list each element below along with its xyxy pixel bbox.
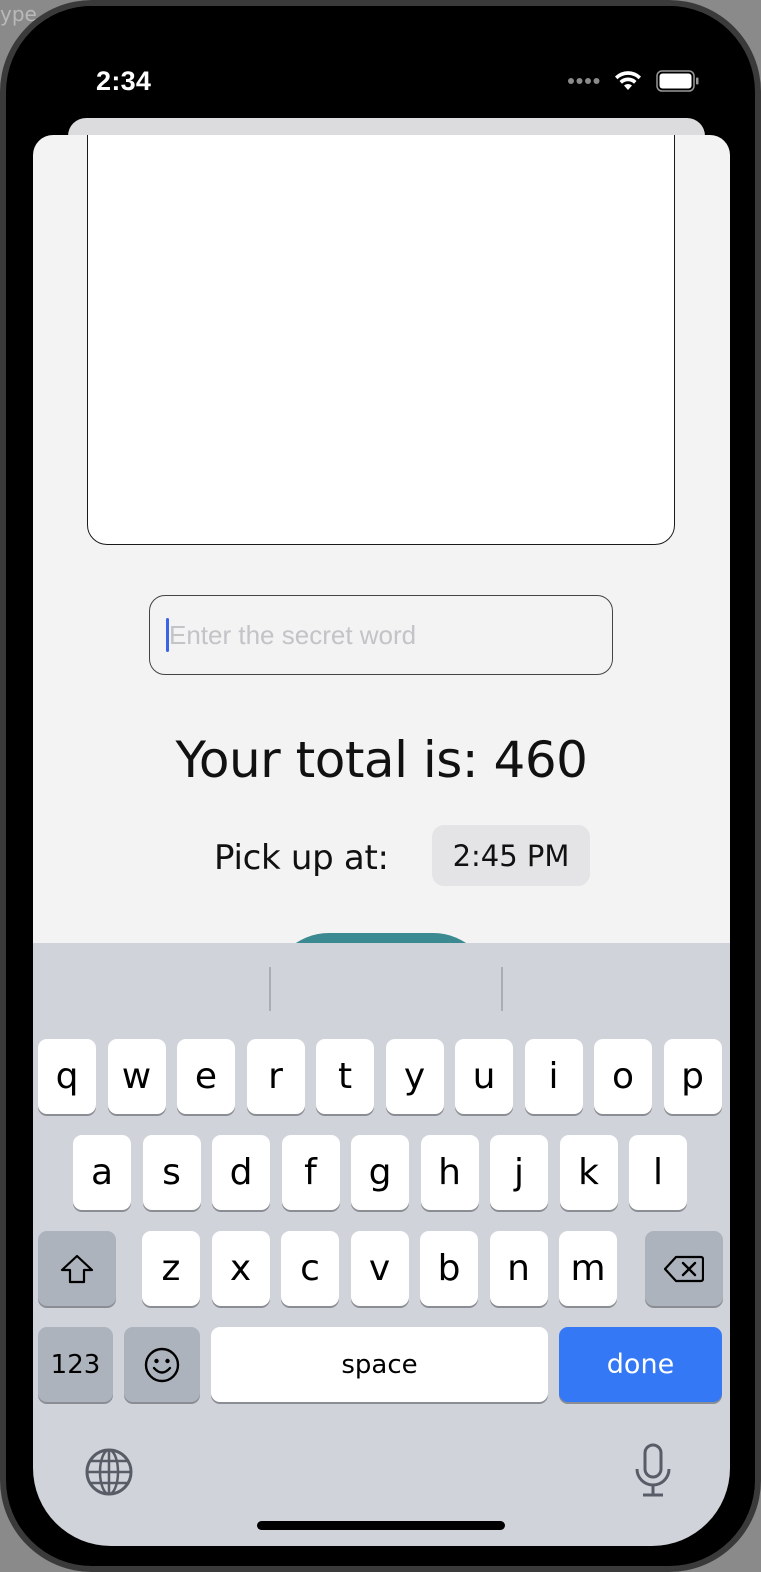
key-j[interactable]: j [490,1135,548,1210]
key-s[interactable]: s [142,1135,201,1210]
key-g[interactable]: g [351,1135,409,1210]
key-p[interactable]: p [663,1039,722,1114]
globe-icon[interactable] [83,1446,135,1498]
delete-icon [664,1255,704,1282]
emoji-key[interactable] [124,1327,200,1402]
battery-icon [656,70,699,92]
total-label: Your total is: 460 [175,731,588,789]
key-y[interactable]: y [385,1039,444,1114]
status-time: 2:34 [96,66,152,96]
keyboard: qwertyuiop asdfghjkl zxcvbnm 123 space d… [33,943,730,1546]
key-n[interactable]: n [489,1231,548,1306]
key-m[interactable]: m [559,1231,617,1306]
space-key[interactable]: space [211,1327,548,1402]
key-o[interactable]: o [594,1039,652,1114]
key-w[interactable]: w [107,1039,166,1114]
phone-screen: 2:34 Enter the secret word Your total is… [33,6,730,1546]
cellular-dots-icon [568,78,600,84]
key-r[interactable]: r [246,1039,305,1114]
key-f[interactable]: f [281,1135,340,1210]
key-k[interactable]: k [559,1135,618,1210]
done-key[interactable]: done [559,1327,722,1402]
pickup-label: Pick up at: [214,838,389,878]
key-z[interactable]: z [142,1231,200,1306]
emoji-icon [144,1347,180,1382]
secret-word-placeholder: Enter the secret word [169,619,417,650]
numbers-key[interactable]: 123 [38,1327,113,1402]
suggestion-divider [269,967,271,1011]
order-sheet: Enter the secret word Your total is: 460… [33,135,730,1035]
pickup-time-picker[interactable]: 2:45 PM [432,825,590,886]
key-v[interactable]: v [350,1231,409,1306]
key-t[interactable]: t [316,1039,374,1114]
shift-key[interactable] [38,1231,116,1306]
key-i[interactable]: i [524,1039,583,1114]
phone-frame: 2:34 Enter the secret word Your total is… [0,0,761,1572]
key-d[interactable]: d [212,1135,270,1210]
key-u[interactable]: u [455,1039,513,1114]
key-c[interactable]: c [281,1231,339,1306]
microphone-icon[interactable] [633,1443,673,1499]
delete-key[interactable] [645,1231,723,1306]
phone-bezel: 2:34 Enter the secret word Your total is… [6,6,755,1566]
suggestion-divider [501,967,503,1011]
wifi-icon [615,71,641,90]
key-x[interactable]: x [211,1231,270,1306]
home-indicator [257,1521,505,1530]
key-q[interactable]: q [38,1039,96,1114]
key-h[interactable]: h [420,1135,479,1210]
key-e[interactable]: e [177,1039,235,1114]
secret-word-input[interactable]: Enter the secret word [149,595,613,675]
status-icons [568,70,700,92]
image-box [87,135,675,545]
key-b[interactable]: b [420,1231,478,1306]
key-l[interactable]: l [629,1135,687,1210]
shift-icon [60,1254,94,1283]
key-a[interactable]: a [73,1135,131,1210]
